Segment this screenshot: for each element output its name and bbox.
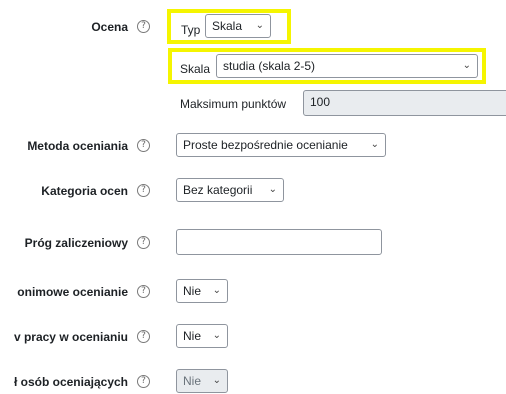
anon-label: onimowe ocenianie — [17, 285, 128, 299]
typ-select[interactable]: Skala ⌄ — [205, 14, 271, 38]
praca-select[interactable]: Nie ⌄ — [176, 324, 228, 348]
praca-select-value: Nie — [183, 329, 202, 343]
typ-label: Typ — [181, 23, 201, 37]
kategoria-select[interactable]: Bez kategorii ⌄ — [176, 178, 284, 202]
metoda-select[interactable]: Proste bezpośrednie ocenianie ⌄ — [176, 133, 386, 157]
chevron-down-icon: ⌄ — [268, 184, 277, 195]
skala-label: Skala — [180, 62, 211, 76]
skala-select[interactable]: studia (skala 2-5) ⌄ — [216, 54, 478, 78]
metoda-select-value: Proste bezpośrednie ocenianie — [183, 138, 348, 152]
kategoria-help-icon[interactable]: ? — [137, 184, 150, 197]
anon-help-icon[interactable]: ? — [137, 285, 150, 298]
osob-label: ł osób oceniających — [13, 375, 128, 389]
typ-select-value: Skala — [212, 19, 243, 33]
chevron-down-icon: ⌄ — [212, 285, 221, 296]
kategoria-select-value: Bez kategorii — [183, 183, 253, 197]
chevron-down-icon: ⌄ — [255, 20, 264, 31]
praca-label: v pracy w ocenianiu — [13, 330, 128, 344]
chevron-down-icon: ⌄ — [370, 139, 379, 150]
metoda-label: Metoda oceniania — [27, 139, 128, 153]
max-points-value: 100 — [310, 95, 331, 109]
osob-select-value: Nie — [183, 374, 202, 388]
osob-select: Nie ⌄ — [176, 369, 228, 393]
prog-label: Próg zaliczeniowy — [24, 236, 128, 250]
osob-help-icon[interactable]: ? — [137, 375, 150, 388]
ocena-help-icon[interactable]: ? — [137, 20, 150, 33]
anon-select[interactable]: Nie ⌄ — [176, 279, 228, 303]
max-points-label: Maksimum punktów — [180, 97, 287, 111]
max-points-input: 100 — [303, 90, 506, 116]
prog-input[interactable] — [176, 229, 382, 255]
kategoria-label: Kategoria ocen — [41, 184, 128, 198]
skala-select-value: studia (skala 2-5) — [223, 59, 316, 73]
ocena-label: Ocena — [91, 20, 128, 34]
metoda-help-icon[interactable]: ? — [137, 139, 150, 152]
chevron-down-icon: ⌄ — [462, 60, 471, 71]
chevron-down-icon: ⌄ — [212, 375, 221, 386]
chevron-down-icon: ⌄ — [212, 330, 221, 341]
prog-help-icon[interactable]: ? — [137, 236, 150, 249]
praca-help-icon[interactable]: ? — [137, 330, 150, 343]
anon-select-value: Nie — [183, 284, 202, 298]
